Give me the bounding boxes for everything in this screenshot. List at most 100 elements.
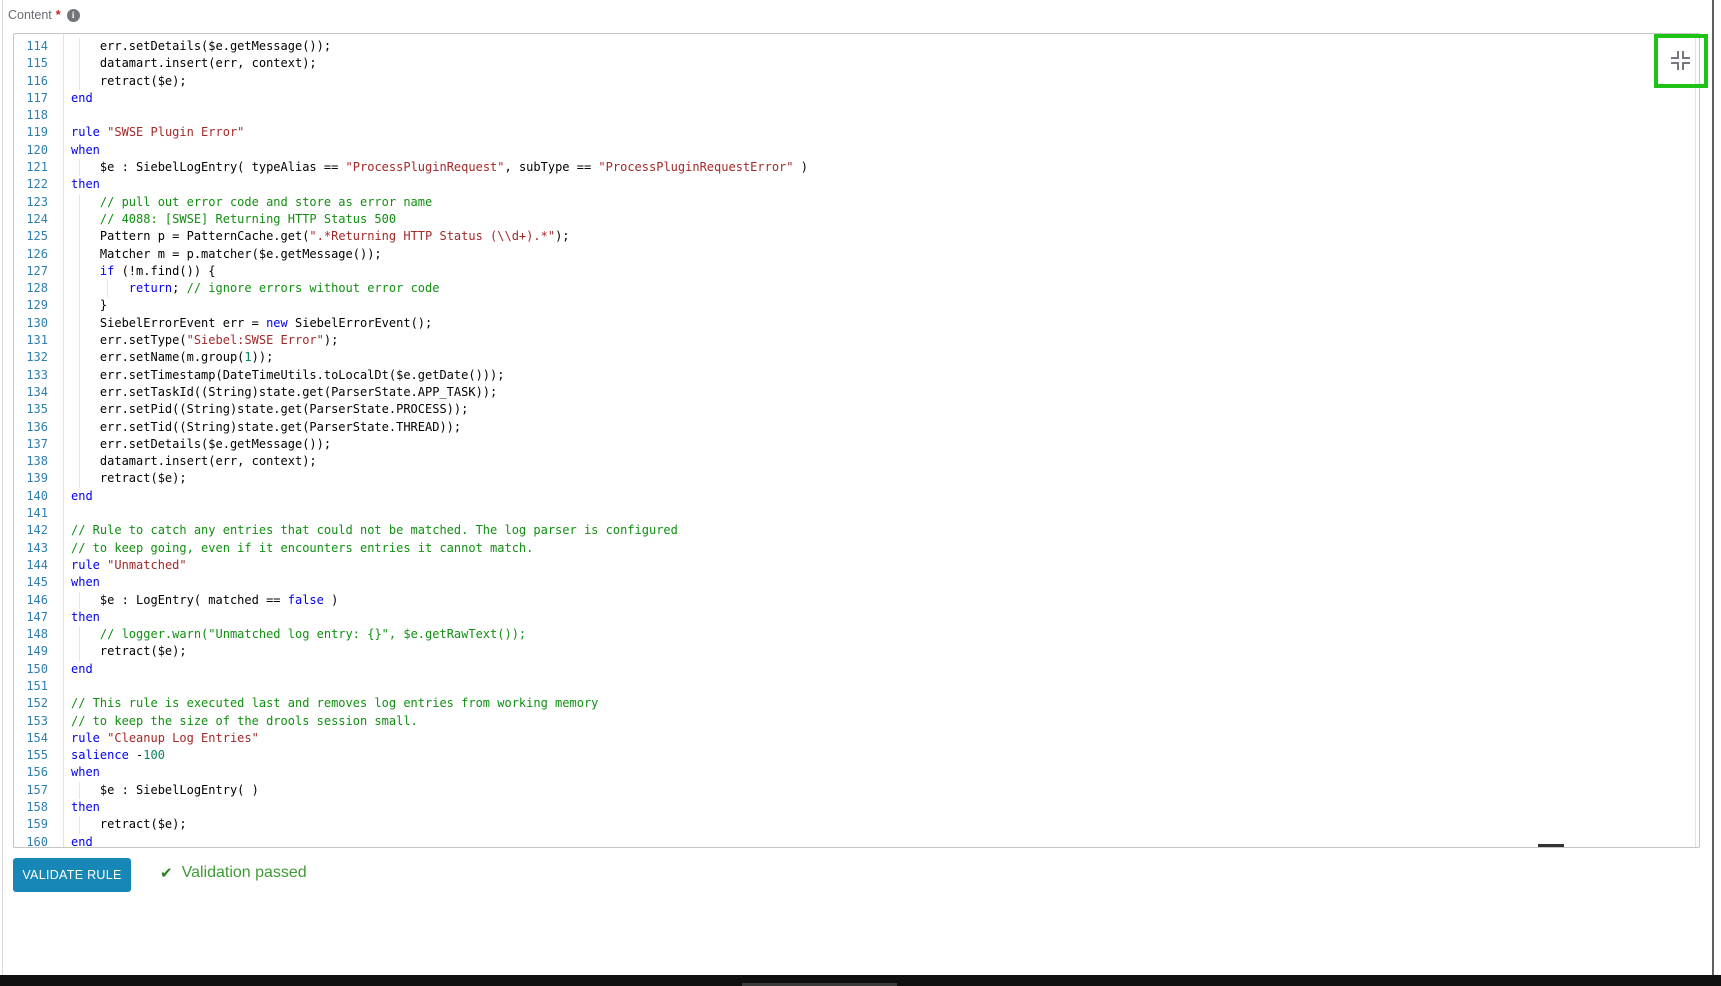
rule-content-panel: { "header": { "label": "Content", "requi…	[0, 0, 1721, 986]
line-number: 158	[14, 799, 48, 816]
indent-guide	[79, 349, 80, 366]
line-number: 159	[14, 816, 48, 833]
indent-guide	[79, 436, 80, 453]
code-line[interactable]: 116 retract($e);	[14, 73, 1699, 90]
line-number: 146	[14, 592, 48, 609]
code-line[interactable]: 121 $e : SiebelLogEntry( typeAlias == "P…	[14, 159, 1699, 176]
code-line[interactable]: 141	[14, 505, 1699, 522]
line-number: 160	[14, 834, 48, 848]
code-line[interactable]: 134 err.setTaskId((String)state.get(Pars…	[14, 384, 1699, 401]
check-icon: ✔	[160, 864, 173, 882]
indent-guide	[79, 263, 80, 280]
line-number: 116	[14, 73, 48, 90]
line-number: 124	[14, 211, 48, 228]
line-number: 139	[14, 470, 48, 487]
code-line[interactable]: 118	[14, 107, 1699, 124]
indent-guide	[79, 332, 80, 349]
line-number: 148	[14, 626, 48, 643]
code-line[interactable]: 115 datamart.insert(err, context);	[14, 55, 1699, 72]
code-line[interactable]: 139 retract($e);	[14, 470, 1699, 487]
code-line[interactable]: 120when	[14, 142, 1699, 159]
line-number: 151	[14, 678, 48, 695]
compress-icon-corner	[1682, 51, 1690, 59]
indent-guide	[79, 211, 80, 228]
code-line[interactable]: 137 err.setDetails($e.getMessage());	[14, 436, 1699, 453]
line-number: 155	[14, 747, 48, 764]
line-number: 153	[14, 713, 48, 730]
code-line[interactable]: 131 err.setType("Siebel:SWSE Error");	[14, 332, 1699, 349]
code-line[interactable]: 114 err.setDetails($e.getMessage());	[14, 38, 1699, 55]
code-line[interactable]: 154rule "Cleanup Log Entries"	[14, 730, 1699, 747]
code-line[interactable]: 147then	[14, 609, 1699, 626]
code-line[interactable]: 130 SiebelErrorEvent err = new SiebelErr…	[14, 315, 1699, 332]
line-number: 136	[14, 419, 48, 436]
code-line[interactable]: 128 return; // ignore errors without err…	[14, 280, 1699, 297]
code-line[interactable]: 132 err.setName(m.group(1));	[14, 349, 1699, 366]
compress-icon-corner	[1671, 62, 1679, 70]
code-line[interactable]: 125 Pattern p = PatternCache.get(".*Retu…	[14, 228, 1699, 245]
code-line[interactable]: 155salience -100	[14, 747, 1699, 764]
indent-guide	[79, 280, 80, 297]
line-number: 144	[14, 557, 48, 574]
indent-guide	[107, 280, 108, 297]
line-number: 118	[14, 107, 48, 124]
code-line[interactable]: 159 retract($e);	[14, 816, 1699, 833]
indent-guide	[79, 643, 80, 660]
code-line[interactable]: 143// to keep going, even if it encounte…	[14, 540, 1699, 557]
code-line[interactable]: 145when	[14, 574, 1699, 591]
code-line[interactable]: 129 }	[14, 297, 1699, 314]
code-line[interactable]: 150end	[14, 661, 1699, 678]
code-line[interactable]: 152// This rule is executed last and rem…	[14, 695, 1699, 712]
line-number: 123	[14, 194, 48, 211]
line-number: 138	[14, 453, 48, 470]
code-line[interactable]: 148 // logger.warn("Unmatched log entry:…	[14, 626, 1699, 643]
code-line[interactable]: 135 err.setPid((String)state.get(ParserS…	[14, 401, 1699, 418]
indent-guide	[79, 38, 80, 55]
horizontal-scrollbar-thumb[interactable]	[1538, 844, 1564, 847]
line-number: 115	[14, 55, 48, 72]
code-line[interactable]: 144rule "Unmatched"	[14, 557, 1699, 574]
line-number: 117	[14, 90, 48, 107]
line-number: 140	[14, 488, 48, 505]
code-editor[interactable]: 114 err.setDetails($e.getMessage());115 …	[13, 33, 1700, 848]
content-field-header: Content* i	[8, 8, 80, 22]
target-highlight-box	[1654, 34, 1708, 88]
line-number: 132	[14, 349, 48, 366]
indent-guide	[79, 55, 80, 72]
indent-guide	[79, 73, 80, 90]
code-line[interactable]: 160end	[14, 834, 1699, 848]
code-line[interactable]: 157 $e : SiebelLogEntry( )	[14, 782, 1699, 799]
code-line[interactable]: 136 err.setTid((String)state.get(ParserS…	[14, 419, 1699, 436]
indent-guide	[79, 315, 80, 332]
indent-guide	[79, 816, 80, 833]
line-number: 152	[14, 695, 48, 712]
info-icon[interactable]: i	[67, 9, 80, 22]
code-line[interactable]: 149 retract($e);	[14, 643, 1699, 660]
code-line[interactable]: 133 err.setTimestamp(DateTimeUtils.toLoc…	[14, 367, 1699, 384]
panel-left-border	[2, 0, 3, 975]
code-content[interactable]: 114 err.setDetails($e.getMessage());115 …	[14, 38, 1699, 848]
code-line[interactable]: 117end	[14, 90, 1699, 107]
required-asterisk: *	[56, 8, 61, 22]
code-line[interactable]: 151	[14, 678, 1699, 695]
code-line[interactable]: 156when	[14, 764, 1699, 781]
compress-icon[interactable]	[1671, 51, 1691, 71]
code-line[interactable]: 138 datamart.insert(err, context);	[14, 453, 1699, 470]
code-line[interactable]: 126 Matcher m = p.matcher($e.getMessage(…	[14, 246, 1699, 263]
code-line[interactable]: 142// Rule to catch any entries that cou…	[14, 522, 1699, 539]
code-line[interactable]: 124 // 4088: [SWSE] Returning HTTP Statu…	[14, 211, 1699, 228]
indent-guide	[79, 470, 80, 487]
code-line[interactable]: 119rule "SWSE Plugin Error"	[14, 124, 1699, 141]
code-line[interactable]: 153// to keep the size of the drools ses…	[14, 713, 1699, 730]
code-line[interactable]: 140end	[14, 488, 1699, 505]
window-edge-scrollbar[interactable]	[1712, 0, 1714, 975]
code-line[interactable]: 127 if (!m.find()) {	[14, 263, 1699, 280]
line-number: 143	[14, 540, 48, 557]
indent-guide	[79, 367, 80, 384]
validate-rule-button[interactable]: VALIDATE RULE	[13, 858, 131, 892]
code-line[interactable]: 158then	[14, 799, 1699, 816]
indent-guide	[79, 453, 80, 470]
code-line[interactable]: 146 $e : LogEntry( matched == false )	[14, 592, 1699, 609]
code-line[interactable]: 123 // pull out error code and store as …	[14, 194, 1699, 211]
code-line[interactable]: 122then	[14, 176, 1699, 193]
